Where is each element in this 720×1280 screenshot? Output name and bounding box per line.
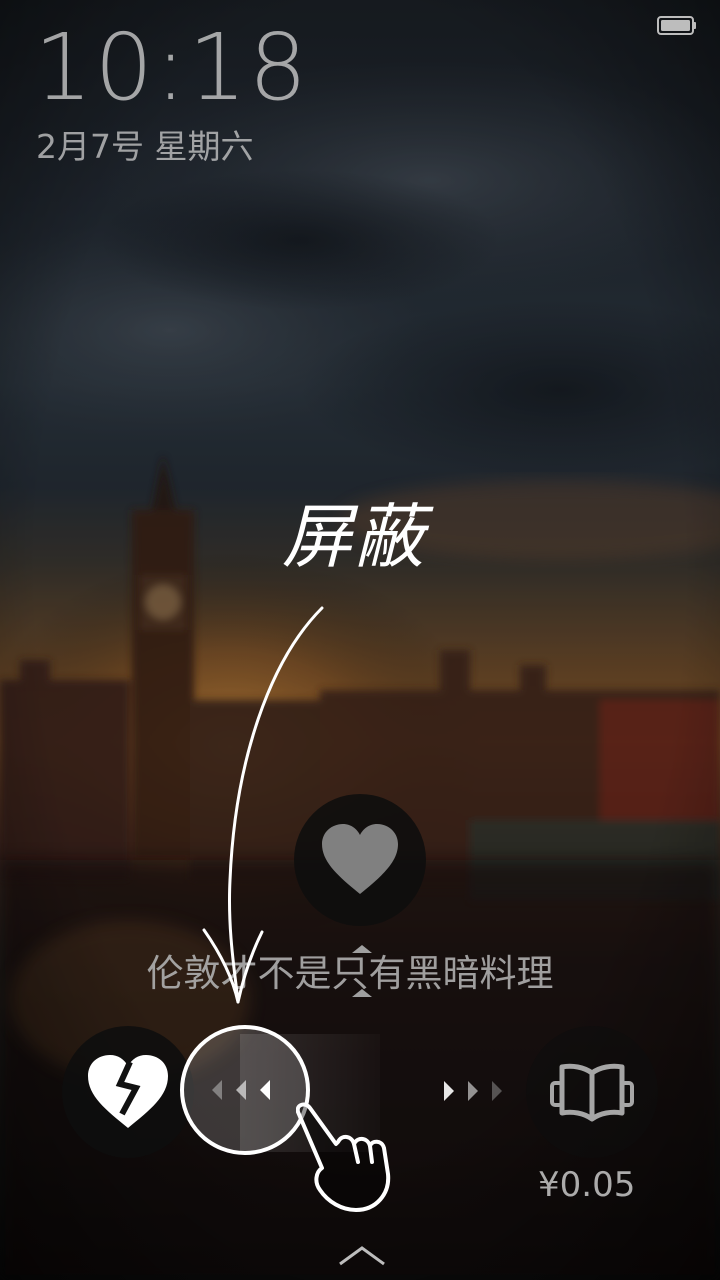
chevron-up-icon[interactable]: [337, 1244, 387, 1268]
chevrons-right-icon: [444, 1081, 502, 1101]
clock-time: 10:18: [34, 14, 310, 121]
battery-icon: [657, 16, 696, 35]
open-book-icon: [550, 1063, 634, 1122]
wallpaper-caption: 伦敦才不是只有黑暗料理: [146, 952, 554, 995]
lock-screen: 10:18 2月7号 星期六 伦敦才不是只有黑暗料理 ¥0.05 屏蔽: [0, 0, 720, 1280]
dislike-button[interactable]: [62, 1026, 194, 1158]
broken-heart-icon: [88, 1055, 168, 1128]
hand-pointer-icon: [296, 1102, 391, 1212]
clock-date: 2月7号 星期六: [36, 127, 254, 166]
annotation-label: 屏蔽: [282, 496, 426, 578]
chevrons-left-icon: [212, 1080, 270, 1100]
read-article-button[interactable]: [526, 1026, 658, 1158]
heart-icon: [322, 824, 398, 894]
reward-amount: ¥0.05: [538, 1165, 636, 1205]
like-button[interactable]: [294, 794, 426, 926]
unlock-slider-handle[interactable]: [180, 1025, 310, 1155]
